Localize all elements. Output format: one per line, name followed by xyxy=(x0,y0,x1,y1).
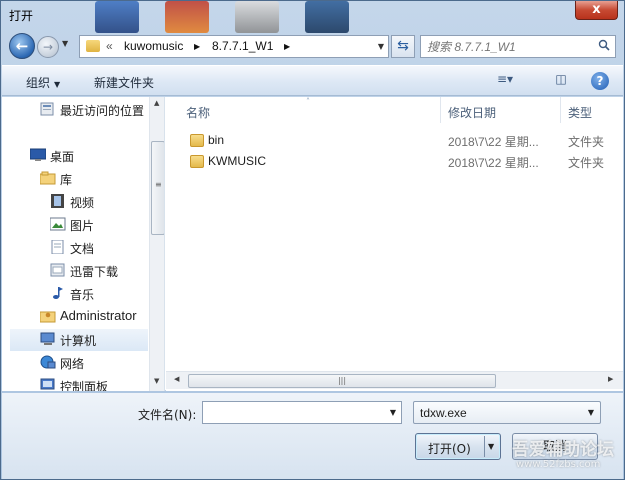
thunder-download-icon xyxy=(50,263,65,277)
video-icon xyxy=(51,194,64,208)
chevron-down-icon[interactable]: ▼ xyxy=(488,442,494,451)
column-header-modified[interactable]: 修改日期 xyxy=(448,104,496,121)
recent-pages-dropdown[interactable]: ▼ xyxy=(62,39,68,48)
computer-icon xyxy=(40,332,55,345)
list-item[interactable]: bin 2018\7\22 星期... 文件夹 xyxy=(186,131,616,151)
scroll-right-icon[interactable]: ▶ xyxy=(608,375,613,383)
horizontal-scrollbar[interactable]: ◀ ||| ▶ xyxy=(166,371,623,389)
libraries-icon xyxy=(40,171,56,185)
address-bar[interactable]: « kuwomusic ▶ 8.7.7.1_W1 ▶ ▼ xyxy=(79,35,389,58)
watermark-url: www.52fzbs.com xyxy=(516,459,601,470)
search-input[interactable] xyxy=(421,36,591,57)
list-item[interactable]: KWMUSIC 2018\7\22 星期... 文件夹 xyxy=(186,152,616,172)
sidebar-item-label: 迅雷下载 xyxy=(70,265,119,279)
file-type: 文件夹 xyxy=(568,156,605,170)
pictures-icon xyxy=(50,217,66,231)
watermark-text: 吾爱辅助论坛 xyxy=(512,440,614,460)
file-type: 文件夹 xyxy=(568,135,605,149)
column-divider[interactable] xyxy=(560,97,561,123)
help-icon[interactable]: ? xyxy=(591,72,609,90)
back-button[interactable]: ← xyxy=(9,33,35,59)
sidebar-item-label: 最近访问的位置 xyxy=(60,104,145,118)
sidebar-item-label: 桌面 xyxy=(50,150,75,164)
sidebar-item-label: 库 xyxy=(60,173,73,187)
file-name: KWMUSIC xyxy=(208,154,266,168)
column-header-row: 名称 修改日期 类型 xyxy=(166,97,623,123)
sidebar-scrollbar[interactable]: ▲ ≡ ▼ xyxy=(149,97,164,391)
folder-icon xyxy=(190,155,204,168)
close-button[interactable]: x xyxy=(575,1,618,20)
column-header-type[interactable]: 类型 xyxy=(568,104,592,121)
forward-button[interactable]: → xyxy=(37,36,59,58)
horizontal-scroll-thumb[interactable]: ||| xyxy=(188,374,496,388)
sidebar-item-label: 文档 xyxy=(70,242,95,256)
navigation-row: ← → ▼ « kuwomusic ▶ 8.7.7.1_W1 ▶ ▼ ⇆ xyxy=(7,31,618,61)
recent-places-icon xyxy=(40,102,54,116)
music-icon xyxy=(53,287,63,299)
refresh-icon: ⇆ xyxy=(397,38,409,54)
sidebar-item-computer[interactable]: 计算机 xyxy=(10,329,148,351)
navigation-pane: 最近访问的位置 桌面 库 视频 图片 文档 迅雷下载 音乐 Administra… xyxy=(2,97,165,391)
open-button[interactable]: 打开(O) ▼ xyxy=(415,433,501,460)
breadcrumb-separator-icon[interactable]: ▶ xyxy=(194,42,200,51)
user-folder-icon xyxy=(40,311,56,323)
search-icon[interactable] xyxy=(598,39,610,51)
sidebar-item-label: 音乐 xyxy=(70,288,95,302)
sidebar-item-label: 计算机 xyxy=(60,334,97,348)
breadcrumb-item[interactable]: 8.7.7.1_W1 xyxy=(212,39,273,53)
filename-field[interactable] xyxy=(203,402,383,423)
sidebar-item-label: 图片 xyxy=(70,219,95,233)
chevron-down-icon: ▼ xyxy=(54,80,61,89)
documents-icon xyxy=(51,240,64,254)
split-divider xyxy=(484,436,485,457)
grip-icon: ≡ xyxy=(155,180,162,189)
file-type-filter[interactable]: tdxw.exe ▼ xyxy=(413,401,601,424)
open-file-dialog: 打开 x ← → ▼ « kuwomusic ▶ 8.7.7.1_W1 ▶ ▼ … xyxy=(0,0,625,480)
folder-icon xyxy=(86,40,100,52)
chevron-down-icon: ▼ xyxy=(587,408,594,417)
organize-label: 组织 xyxy=(26,76,51,90)
title-bar: 打开 x xyxy=(1,1,624,29)
file-list: ˄ 名称 修改日期 类型 bin 2018\7\22 星期... 文件夹 KWM… xyxy=(166,97,623,391)
file-modified: 2018\7\22 星期... xyxy=(448,135,539,149)
refresh-button[interactable]: ⇆ xyxy=(391,35,415,58)
sidebar-item-label: 网络 xyxy=(60,357,85,371)
window-title: 打开 xyxy=(9,9,34,23)
file-name: bin xyxy=(208,133,225,147)
dialog-footer: 文件名(N): ▼ tdxw.exe ▼ 打开(O) ▼ 取消 吾爱辅助论坛 w… xyxy=(2,393,623,479)
scroll-up-icon[interactable]: ▲ xyxy=(154,99,159,107)
desktop-icon xyxy=(30,148,46,161)
organize-menu[interactable]: 组织 ▼ xyxy=(26,74,60,91)
filename-label: 文件名(N): xyxy=(138,408,197,422)
command-bar: 组织 ▼ 新建文件夹 ≡▾ ◫ ? xyxy=(2,65,623,96)
sidebar-scroll-thumb[interactable]: ≡ xyxy=(151,141,164,235)
search-box[interactable] xyxy=(420,35,616,58)
grip-icon: ||| xyxy=(337,376,347,385)
file-type-filter-value: tdxw.exe xyxy=(420,406,467,420)
scroll-down-icon[interactable]: ▼ xyxy=(154,377,159,385)
file-modified: 2018\7\22 星期... xyxy=(448,156,539,170)
chevron-down-icon[interactable]: ▼ xyxy=(390,408,396,417)
view-options-icon[interactable]: ≡▾ xyxy=(494,72,516,90)
sidebar-item-label: 视频 xyxy=(70,196,95,210)
breadcrumb-item[interactable]: kuwomusic xyxy=(124,39,183,53)
column-header-name[interactable]: 名称 xyxy=(186,104,210,121)
column-divider[interactable] xyxy=(440,97,441,123)
control-panel-icon xyxy=(40,378,55,390)
open-button-label: 打开(O) xyxy=(428,442,471,456)
sidebar-item-label: 控制面板 xyxy=(60,380,109,391)
scroll-left-icon[interactable]: ◀ xyxy=(174,375,179,383)
breadcrumb-overflow[interactable]: « xyxy=(106,39,113,53)
chevron-down-icon[interactable]: ▼ xyxy=(378,42,384,51)
folder-icon xyxy=(190,134,204,147)
content-area: 最近访问的位置 桌面 库 视频 图片 文档 迅雷下载 音乐 Administra… xyxy=(2,97,623,391)
filename-combobox[interactable]: ▼ xyxy=(202,401,402,424)
breadcrumb-separator-icon[interactable]: ▶ xyxy=(284,42,290,51)
sidebar-item-label: Administrator xyxy=(60,308,137,323)
network-icon xyxy=(40,355,56,369)
new-folder-button[interactable]: 新建文件夹 xyxy=(94,74,154,91)
preview-pane-icon[interactable]: ◫ xyxy=(550,72,572,90)
